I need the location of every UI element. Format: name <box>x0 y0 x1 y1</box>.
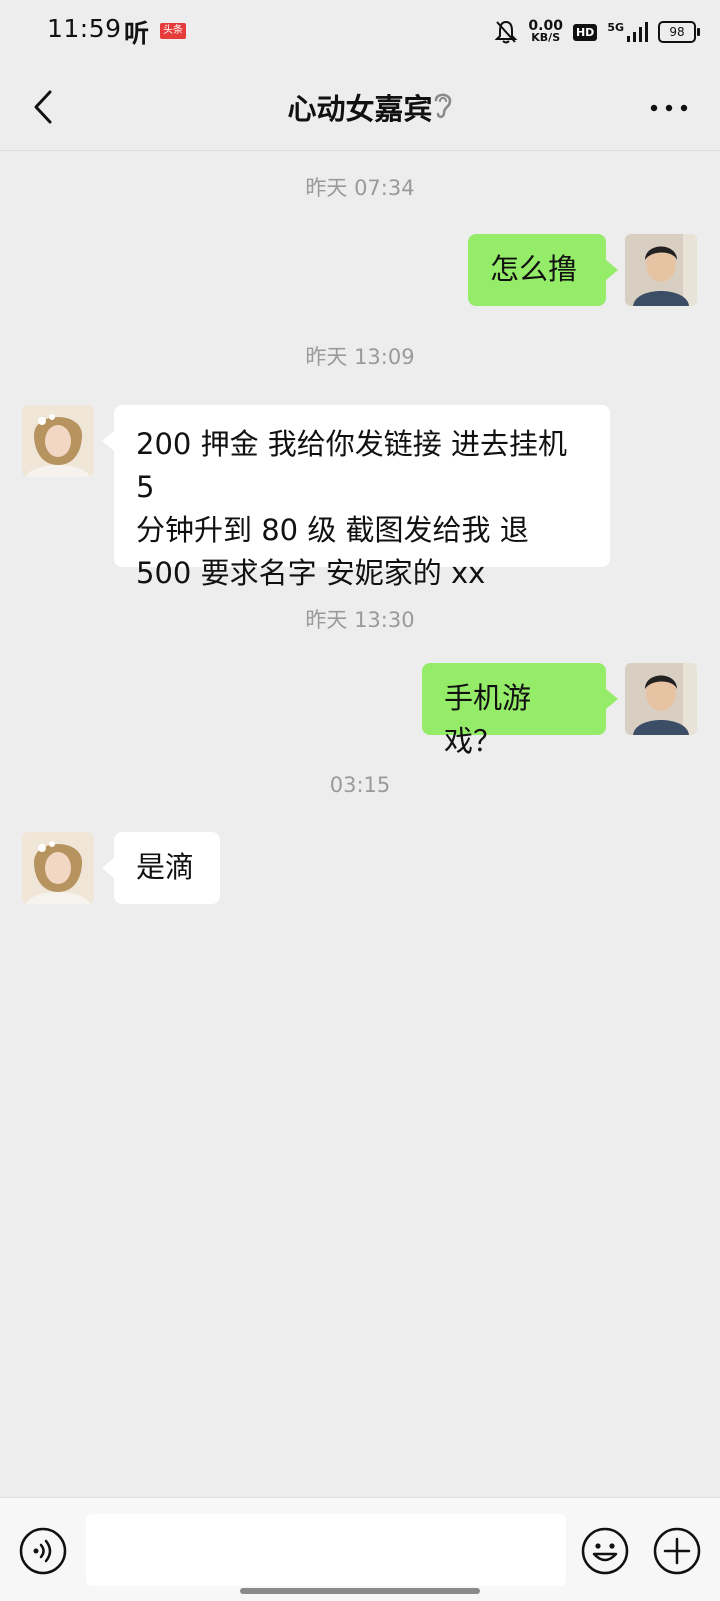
header-divider <box>0 150 720 151</box>
network-type-label: 5G <box>607 21 624 34</box>
message-bubble-outgoing[interactable]: 怎么撸 <box>468 234 618 306</box>
net-speed-unit: KB/S <box>531 31 561 44</box>
ear-icon <box>430 88 456 122</box>
hd-badge: HD <box>572 23 598 41</box>
input-bar <box>0 1497 720 1601</box>
status-bar: 11:59 听 头条 0.00 KB/S HD 5G 98 <box>0 0 720 64</box>
message-timestamp: 昨天 07:34 <box>305 176 415 200</box>
message-input[interactable] <box>86 1514 566 1586</box>
message-text: 怎么撸 <box>490 252 578 286</box>
status-time: 11:59 <box>47 14 122 43</box>
message-bubble-outgoing[interactable]: 手机游戏？ <box>422 663 618 758</box>
more-dots-icon <box>650 104 688 112</box>
message-text-line: 分钟升到 80 级 截图发给我 退 <box>136 513 529 547</box>
status-indicators: 0.00 KB/S HD 5G 98 <box>494 18 700 46</box>
toutiao-badge-icon: 头条 <box>160 23 186 39</box>
plus-button[interactable] <box>652 1526 702 1576</box>
chat-title[interactable]: 心动女嘉宾 <box>287 92 432 126</box>
my-avatar[interactable] <box>625 234 697 306</box>
mute-bell-icon <box>495 20 518 44</box>
message-timestamp: 03:15 <box>329 773 391 797</box>
message-text-line: 500 要求名字 安妮家的 xx <box>136 556 486 590</box>
emoji-icon <box>581 1527 629 1575</box>
message-text: 手机游戏？ <box>444 681 532 758</box>
plus-icon <box>653 1527 701 1575</box>
my-avatar[interactable] <box>625 663 697 735</box>
emoji-button[interactable] <box>580 1526 630 1576</box>
net-speed: 0.00 KB/S <box>528 19 563 44</box>
voice-button[interactable] <box>18 1526 68 1576</box>
message-text-line: 200 押金 我给你发链接 进去挂机 5 <box>136 427 568 504</box>
signal-5g: 5G <box>607 21 648 43</box>
ting-app-icon: 听 <box>124 19 150 48</box>
message-bubble-incoming[interactable]: 200 押金 我给你发链接 进去挂机 5 分钟升到 80 级 截图发给我 退 5… <box>102 405 610 590</box>
message-bubble-incoming[interactable]: 是滴 <box>102 832 220 904</box>
battery-icon: 98 <box>658 21 700 43</box>
chat-header: 心动女嘉宾 <box>0 64 720 150</box>
message-text: 是滴 <box>136 850 195 884</box>
voice-icon <box>19 1527 67 1575</box>
signal-bars-icon <box>627 22 648 42</box>
message-timestamp: 昨天 13:30 <box>305 608 415 632</box>
more-button[interactable] <box>644 90 694 126</box>
contact-avatar[interactable] <box>22 832 94 904</box>
contact-avatar[interactable] <box>22 405 94 477</box>
message-timestamp: 昨天 13:09 <box>305 345 415 369</box>
home-indicator[interactable] <box>240 1588 480 1594</box>
